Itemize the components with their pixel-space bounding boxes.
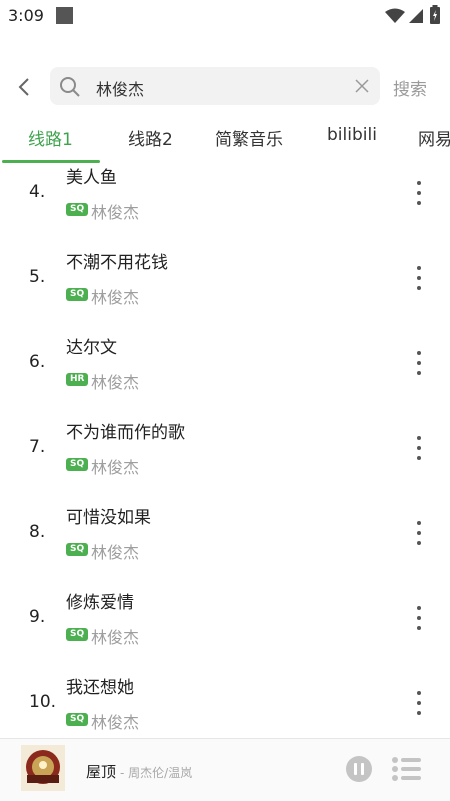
- song-title: 可惜没如果: [66, 508, 151, 528]
- more-options-icon[interactable]: [412, 350, 426, 376]
- more-options-icon[interactable]: [412, 520, 426, 546]
- mini-player[interactable]: 屋顶 - 周杰伦/温岚: [0, 738, 450, 801]
- status-bar: 3:09: [0, 0, 450, 32]
- song-row[interactable]: 7. 不为谁而作的歌 SQ 林俊杰: [0, 415, 450, 500]
- now-playing-artist: - 周杰伦/温岚: [120, 766, 193, 780]
- song-title: 不潮不用花钱: [66, 253, 168, 273]
- back-arrow-icon[interactable]: [14, 76, 36, 98]
- battery-icon: [430, 5, 440, 24]
- song-row[interactable]: 10. 我还想她 SQ 林俊杰: [0, 670, 450, 738]
- playlist-icon[interactable]: [392, 757, 422, 781]
- quality-badge: SQ: [66, 543, 89, 556]
- song-index: 6.: [29, 352, 46, 372]
- search-query: 林俊杰: [96, 80, 145, 99]
- song-artist: 林俊杰: [91, 713, 140, 732]
- song-title: 不为谁而作的歌: [66, 423, 185, 443]
- pause-icon: [354, 763, 357, 775]
- song-index: 5.: [29, 267, 46, 287]
- quality-badge: SQ: [66, 203, 89, 216]
- more-options-icon[interactable]: [412, 265, 426, 291]
- tab-netease[interactable]: 网易: [418, 125, 450, 150]
- quality-badge: SQ: [66, 458, 89, 471]
- song-index: 8.: [29, 522, 46, 542]
- quality-badge: HR: [66, 373, 89, 386]
- song-row[interactable]: 9. 修炼爱情 SQ 林俊杰: [0, 585, 450, 670]
- more-options-icon[interactable]: [412, 435, 426, 461]
- song-artist: 林俊杰: [91, 203, 140, 222]
- source-tabs: 线路1 线路2 简繁音乐 bilibili 网易: [0, 118, 450, 164]
- search-input[interactable]: 林俊杰: [50, 67, 380, 105]
- song-title: 修炼爱情: [66, 593, 134, 613]
- song-row[interactable]: 8. 可惜没如果 SQ 林俊杰: [0, 500, 450, 585]
- search-button[interactable]: 搜索: [393, 75, 427, 100]
- quality-badge: SQ: [66, 288, 89, 301]
- tab-jianfan-music[interactable]: 简繁音乐: [215, 125, 283, 150]
- now-playing-title: 屋顶: [86, 763, 117, 781]
- tab-route-1[interactable]: 线路1: [28, 125, 73, 150]
- album-cover[interactable]: [21, 745, 65, 791]
- notification-icon: [56, 7, 73, 24]
- song-artist: 林俊杰: [91, 628, 140, 647]
- song-index: 4.: [29, 182, 46, 202]
- song-artist: 林俊杰: [91, 458, 140, 477]
- song-index: 9.: [29, 607, 46, 627]
- cell-signal-icon: [409, 9, 423, 23]
- more-options-icon[interactable]: [412, 605, 426, 631]
- tab-route-2[interactable]: 线路2: [128, 125, 173, 150]
- song-row[interactable]: 6. 达尔文 HR 林俊杰: [0, 330, 450, 415]
- song-row[interactable]: 4. 美人鱼 SQ 林俊杰: [0, 160, 450, 245]
- song-index: 10.: [29, 692, 57, 712]
- clear-icon[interactable]: [355, 79, 369, 93]
- song-index: 7.: [29, 437, 46, 457]
- pause-button[interactable]: [346, 756, 372, 782]
- song-artist: 林俊杰: [91, 288, 140, 307]
- wifi-icon: [385, 8, 405, 23]
- song-list: 4. 美人鱼 SQ 林俊杰 5. 不潮不用花钱 SQ 林俊杰 6. 达尔文 HR…: [0, 160, 450, 738]
- quality-badge: SQ: [66, 713, 89, 726]
- tab-bilibili[interactable]: bilibili: [327, 125, 377, 145]
- song-artist: 林俊杰: [91, 373, 140, 392]
- song-title: 达尔文: [66, 338, 117, 358]
- search-icon: [60, 77, 80, 97]
- song-title: 美人鱼: [66, 168, 117, 188]
- more-options-icon[interactable]: [412, 180, 426, 206]
- status-time: 3:09: [8, 6, 44, 25]
- more-options-icon[interactable]: [412, 690, 426, 716]
- quality-badge: SQ: [66, 628, 89, 641]
- song-title: 我还想她: [66, 678, 134, 698]
- song-artist: 林俊杰: [91, 543, 140, 562]
- song-row[interactable]: 5. 不潮不用花钱 SQ 林俊杰: [0, 245, 450, 330]
